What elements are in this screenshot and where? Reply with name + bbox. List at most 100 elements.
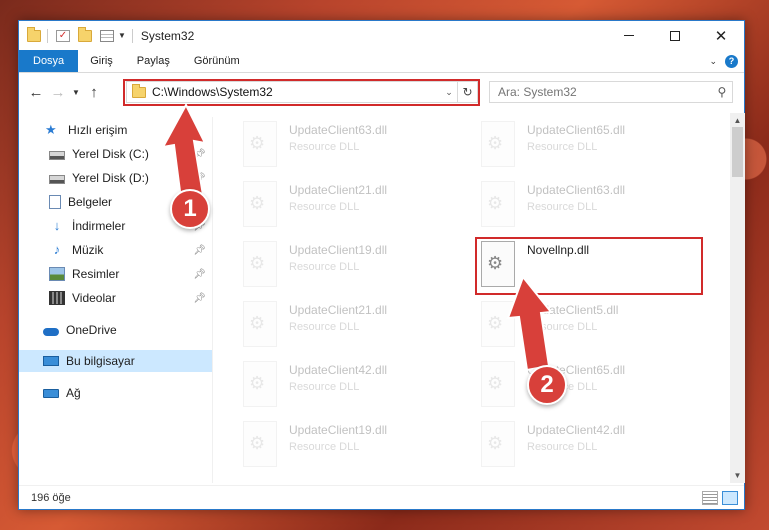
file-item[interactable]: UpdateClient63.dll Resource DLL [243,117,473,173]
close-icon: ✕ [714,27,728,45]
dll-file-icon [243,301,277,347]
file-name: UpdateClient21.dll [289,303,388,317]
scroll-thumb[interactable] [732,127,743,177]
nav-label: Müzik [72,243,104,257]
dll-file-icon [243,181,277,227]
file-type: Resource DLL [527,141,598,153]
nav-label: Bu bilgisayar [66,354,135,368]
file-item[interactable]: UpdateClient21.dll Resource DLL [243,177,473,233]
nav-item-onedrive[interactable]: OneDrive [19,319,212,341]
star-icon: ★ [45,122,57,137]
file-list: UpdateClient63.dll Resource DLL UpdateCli… [215,113,730,483]
file-type: Resource DLL [289,381,360,393]
folder-icon [27,26,41,42]
nav-label: Yerel Disk (D:) [72,171,149,185]
ribbon-right: ⌄ ? [709,50,744,72]
file-name: UpdateClient21.dll [289,183,388,197]
file-name: UpdateClient19.dll [289,243,388,257]
file-name: UpdateClient65.dll [527,123,626,137]
customize-icon[interactable] [100,29,114,42]
file-name: UpdateClient19.dll [289,423,388,437]
nav-item-pictures[interactable]: Resimler 📌︎ [19,263,212,285]
file-item[interactable]: UpdateClient65.dllResource DLL [481,357,711,413]
address-row: ← → ▼ ↑ C:\Windows\System32 ⌄ ↻ ⚲ [19,73,744,111]
nav-item-this-pc[interactable]: Bu bilgisayar [19,350,212,372]
nav-item-disk-d[interactable]: Yerel Disk (D:) 📌︎ [19,167,212,189]
pin-icon: 📌︎ [193,148,206,160]
chevron-down-icon[interactable]: ▼ [118,31,126,40]
close-button[interactable]: ✕ [698,21,744,50]
file-item[interactable]: UpdateClient21.dll Resource DLL [243,297,473,353]
nav-item-videos[interactable]: Videolar 📌︎ [19,287,212,309]
file-type: Resource DLL [527,321,598,333]
file-item[interactable]: UpdateClient42.dll Resource DLL [481,417,711,473]
nav-quick-access[interactable]: ★ Hızlı erişim [19,119,212,141]
vertical-scrollbar[interactable]: ▲ ▼ [730,113,745,483]
tab-file[interactable]: Dosya [19,50,79,72]
drive-icon [49,174,65,184]
file-item[interactable]: UpdateClient63.dll Resource DLL [481,177,711,233]
dll-file-icon [481,181,515,227]
nav-item-network[interactable]: Ağ [19,382,212,404]
scroll-down-icon[interactable]: ▼ [730,468,745,483]
scroll-up-icon[interactable]: ▲ [730,113,745,128]
file-name: UpdateClient63.dll [527,183,626,197]
help-icon[interactable]: ? [725,54,738,68]
file-item[interactable]: UpdateClient19.dll Resource DLL [243,237,473,293]
new-folder-icon[interactable] [78,26,92,42]
videos-icon [49,291,65,305]
music-icon: ♪ [53,242,61,257]
search-box[interactable]: ⚲ [489,81,733,103]
pin-icon: 📌︎ [193,244,206,256]
properties-check-icon[interactable]: ✓ [56,29,70,42]
expand-ribbon-icon[interactable]: ⌄ [709,56,717,67]
minimize-icon [624,35,634,36]
address-highlight-box [123,79,480,106]
dll-file-icon [481,361,515,407]
file-type: Resource DLL [289,201,360,213]
nav-label: Hızlı erişim [68,123,128,137]
recent-locations-icon[interactable]: ▼ [69,88,83,97]
file-type: Resource DLL [289,141,360,153]
file-name: UpdateClient5.dll [527,303,619,317]
forward-arrow-icon[interactable]: → [47,84,69,101]
dll-file-icon [481,301,515,347]
documents-icon [49,195,61,209]
tab-share[interactable]: Paylaş [125,50,182,72]
file-name: UpdateClient42.dll [289,363,388,377]
file-item[interactable]: UpdateClient19.dll Resource DLL [243,417,473,473]
nav-label: Resimler [72,267,120,281]
nav-item-music[interactable]: ♪ Müzik 📌︎ [19,239,212,261]
file-name: UpdateClient63.dll [289,123,388,137]
pin-icon: 📌︎ [193,268,206,280]
file-type: Resource DLL [527,201,598,213]
dll-file-icon [481,121,515,167]
window-title: System32 [140,28,195,43]
nav-label: İndirmeler [72,219,126,233]
file-item[interactable]: UpdateClient5.dll Resource DLL [481,297,711,353]
nav-label: OneDrive [66,323,117,337]
up-arrow-icon[interactable]: ↑ [83,84,105,101]
nav-label: Belgeler [68,195,113,209]
back-arrow-icon[interactable]: ← [25,84,47,101]
tiles-view-icon[interactable] [722,491,738,505]
pictures-icon [49,267,65,281]
file-name: UpdateClient42.dll [527,423,626,437]
title-bar: ✓ ▼ System32 ✕ [19,21,744,50]
downloads-icon: ↓ [53,218,61,233]
tab-home[interactable]: Giriş [78,50,125,72]
status-bar: 196 öğe [19,485,744,510]
nav-item-disk-c[interactable]: Yerel Disk (C:) 📌︎ [19,143,212,165]
item-count: 196 öğe [31,492,71,504]
search-icon[interactable]: ⚲ [712,85,732,99]
file-item[interactable]: UpdateClient42.dll Resource DLL [243,357,473,413]
maximize-button[interactable] [652,21,698,50]
minimize-button[interactable] [606,21,652,50]
tab-view[interactable]: Görünüm [182,50,252,72]
search-input[interactable] [498,85,712,99]
divider [47,28,48,43]
pane-divider[interactable] [212,117,213,483]
details-view-icon[interactable] [702,491,718,505]
cloud-icon [43,327,59,336]
file-item[interactable]: UpdateClient65.dll Resource DLL [481,117,711,173]
